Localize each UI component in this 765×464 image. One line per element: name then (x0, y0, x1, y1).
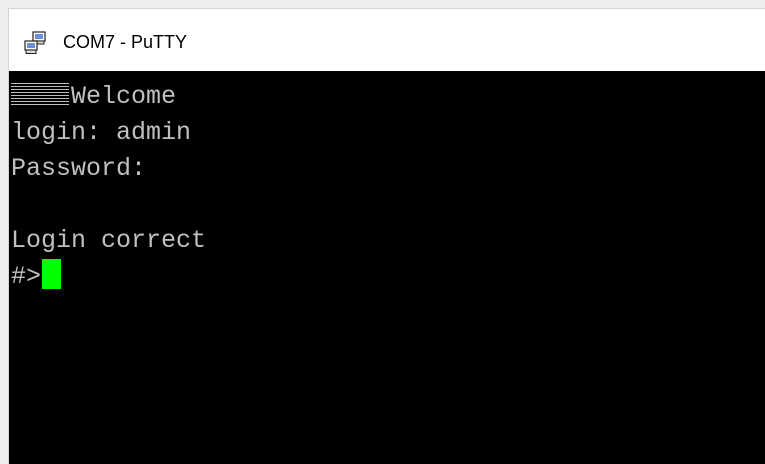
window-title: COM7 - PuTTY (63, 32, 188, 52)
welcome-text: Welcome (71, 82, 177, 111)
garbage-characters (11, 83, 69, 105)
terminal-area[interactable]: Welcome login: admin Password: Login cor… (9, 71, 765, 464)
terminal-line-password: Password: (11, 154, 147, 183)
putty-window: COM7 - PuTTY Welcome login: admin Passwo… (8, 8, 765, 464)
terminal-line-login: login: admin (11, 118, 192, 147)
terminal-line-prompt: #> (11, 259, 765, 295)
terminal-cursor (42, 259, 62, 289)
title-bar[interactable]: COM7 - PuTTY (9, 9, 765, 71)
terminal-line-welcome: Welcome (11, 79, 765, 115)
terminal-line-login-correct: Login correct (11, 226, 207, 255)
putty-icon[interactable] (24, 31, 48, 55)
shell-prompt: #> (11, 262, 42, 291)
